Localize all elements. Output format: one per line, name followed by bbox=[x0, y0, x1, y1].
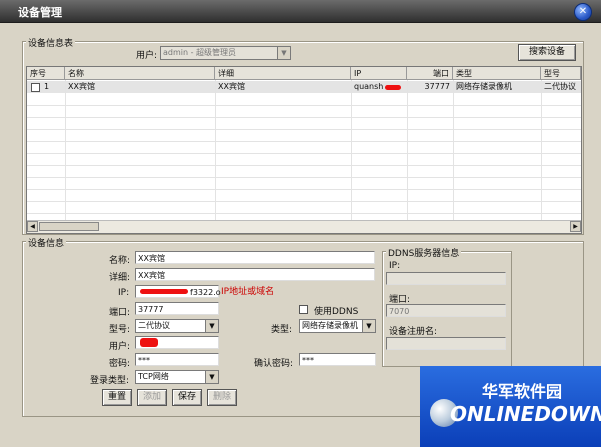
grid-line bbox=[351, 80, 352, 220]
confirm-password-label: 确认密码: bbox=[254, 359, 294, 369]
port-field[interactable]: 37777 bbox=[135, 302, 219, 315]
grid-line bbox=[407, 80, 408, 220]
row-type: 网络存储录像机 bbox=[456, 82, 512, 91]
grid-line bbox=[215, 80, 216, 220]
row-port: 37777 bbox=[424, 82, 450, 91]
chevron-down-icon: ▼ bbox=[277, 47, 290, 59]
detail-label: 详细: bbox=[109, 273, 131, 283]
user-select-value: admin - 超级管理员 bbox=[163, 48, 237, 57]
scroll-right-icon[interactable]: ▶ bbox=[570, 221, 581, 232]
col-header-name[interactable]: 名称 bbox=[65, 67, 215, 80]
ip-field-value: f3322.o bbox=[190, 288, 221, 297]
redaction-mark bbox=[140, 289, 188, 294]
redaction-mark bbox=[385, 85, 401, 90]
device-table[interactable]: 序号 名称 详细 IP 端口 类型 型号 1 XX宾馆 XX宾馆 quansh … bbox=[26, 66, 582, 234]
model-label: 型号: bbox=[109, 325, 131, 335]
device-management-window: 设备管理 ✕ 设备信息表 用户: admin - 超级管理员 ▼ 搜索设备 序号… bbox=[0, 0, 601, 447]
device-info-group-title: 设备信息 bbox=[26, 236, 67, 249]
grid-line bbox=[65, 80, 66, 220]
grid-line bbox=[27, 105, 581, 106]
scroll-left-icon[interactable]: ◀ bbox=[27, 221, 38, 232]
row-model: 二代协议 bbox=[544, 82, 576, 91]
password-field[interactable]: *** bbox=[135, 353, 219, 366]
login-type-select-value: TCP网络 bbox=[138, 372, 169, 381]
row-index: 1 bbox=[44, 82, 50, 91]
name-label: 名称: bbox=[109, 256, 131, 266]
onlinedown-watermark-logo: 华军软件园 ONLINEDOWN bbox=[420, 366, 601, 447]
chevron-down-icon: ▼ bbox=[205, 371, 218, 383]
logo-cn-text: 华军软件园 bbox=[482, 382, 563, 401]
chevron-down-icon: ▼ bbox=[362, 320, 375, 332]
ddns-ip-field[interactable] bbox=[386, 272, 506, 285]
user-label: 用户: bbox=[136, 51, 158, 61]
logo-en-text: ONLINEDOWN bbox=[450, 402, 601, 426]
scroll-thumb[interactable] bbox=[39, 222, 99, 231]
grid-line bbox=[27, 189, 581, 190]
model-select[interactable]: 二代协议 ▼ bbox=[135, 319, 219, 333]
window-title: 设备管理 bbox=[18, 6, 62, 19]
grid-line bbox=[453, 80, 454, 220]
user-select[interactable]: admin - 超级管理员 ▼ bbox=[160, 46, 291, 60]
grid-line bbox=[27, 129, 581, 130]
use-ddns-label: 使用DDNS bbox=[314, 307, 359, 317]
title-bar: 设备管理 ✕ bbox=[0, 0, 601, 23]
ddns-ip-label: IP: bbox=[389, 261, 401, 271]
login-type-select[interactable]: TCP网络 ▼ bbox=[135, 370, 219, 384]
grid-line bbox=[27, 213, 581, 214]
row-name: XX宾馆 bbox=[68, 82, 95, 91]
device-list-group-title: 设备信息表 bbox=[26, 36, 76, 49]
user-label: 用户: bbox=[109, 342, 131, 352]
confirm-password-field[interactable]: *** bbox=[299, 353, 376, 366]
grid-line bbox=[541, 80, 542, 220]
ddns-device-name-label: 设备注册名: bbox=[389, 327, 438, 337]
col-header-model[interactable]: 型号 bbox=[541, 67, 581, 80]
login-type-label: 登录类型: bbox=[90, 376, 130, 386]
row-checkbox[interactable] bbox=[31, 83, 40, 92]
reset-button[interactable]: 重置 bbox=[102, 389, 132, 406]
model-select-value: 二代协议 bbox=[138, 321, 170, 330]
ip-label: IP: bbox=[118, 288, 130, 298]
add-button[interactable]: 添加 bbox=[137, 389, 167, 406]
detail-field[interactable]: XX宾馆 bbox=[135, 268, 375, 281]
name-field[interactable]: XX宾馆 bbox=[135, 251, 375, 264]
port-label: 端口: bbox=[109, 308, 131, 318]
horizontal-scrollbar[interactable]: ◀ ▶ bbox=[27, 220, 581, 233]
delete-button[interactable]: 删除 bbox=[207, 389, 237, 406]
grid-line bbox=[27, 117, 581, 118]
ddns-device-name-field[interactable] bbox=[386, 337, 506, 350]
password-label: 密码: bbox=[109, 359, 131, 369]
save-button[interactable]: 保存 bbox=[172, 389, 202, 406]
grid-line bbox=[27, 201, 581, 202]
ip-hint: IP地址或域名 bbox=[221, 287, 275, 297]
col-header-type[interactable]: 类型 bbox=[453, 67, 541, 80]
col-header-port[interactable]: 端口 bbox=[407, 67, 453, 80]
chevron-down-icon: ▼ bbox=[205, 320, 218, 332]
search-devices-button[interactable]: 搜索设备 bbox=[518, 44, 576, 61]
grid-line bbox=[27, 177, 581, 178]
type-select-value: 网络存储录像机 bbox=[302, 321, 358, 330]
row-detail: XX宾馆 bbox=[218, 82, 245, 91]
grid-line bbox=[27, 141, 581, 142]
use-ddns-checkbox[interactable] bbox=[299, 305, 308, 314]
ddns-group-title: DDNS服务器信息 bbox=[386, 246, 462, 259]
grid-line bbox=[27, 165, 581, 166]
type-select[interactable]: 网络存储录像机 ▼ bbox=[299, 319, 376, 333]
col-header-detail[interactable]: 详细 bbox=[215, 67, 351, 80]
type-label: 类型: bbox=[271, 325, 293, 335]
col-header-index[interactable]: 序号 bbox=[27, 67, 65, 80]
ddns-port-field[interactable]: 7070 bbox=[386, 304, 506, 317]
col-header-ip[interactable]: IP bbox=[351, 67, 407, 80]
grid-line bbox=[27, 153, 581, 154]
close-icon[interactable]: ✕ bbox=[574, 3, 592, 21]
redaction-mark bbox=[140, 338, 158, 347]
